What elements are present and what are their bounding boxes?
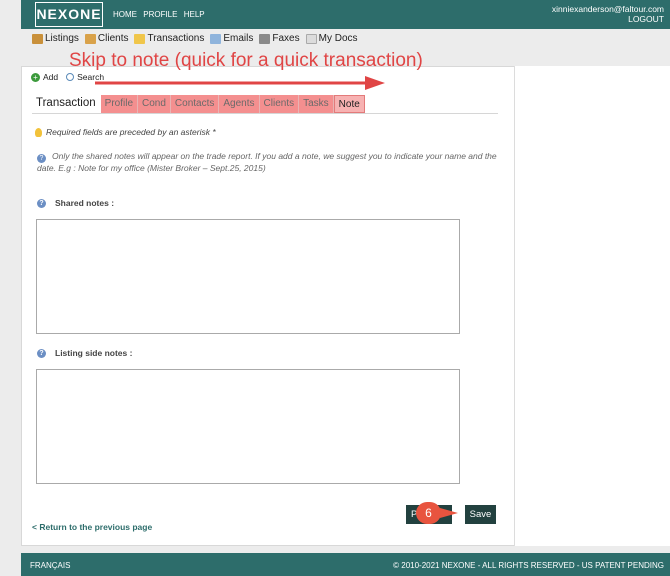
menu-my-docs[interactable]: My Docs <box>305 33 358 44</box>
shared-notes-label-text: Shared notes : <box>55 198 115 208</box>
menu-emails[interactable]: Emails <box>210 33 253 44</box>
tab-divider <box>32 113 498 114</box>
info-note: ? Only the shared notes will appear on th… <box>37 151 497 173</box>
menu-clients-label: Clients <box>97 33 129 44</box>
save-button[interactable]: Save <box>465 505 496 524</box>
search-icon <box>66 73 75 81</box>
copyright-text: © 2010-2021 NEXONE - ALL RIGHTS RESERVED… <box>393 561 664 570</box>
back-link[interactable]: < Return to the previous page <box>32 522 152 532</box>
menu-listings-label: Listings <box>45 33 79 44</box>
nav-home[interactable]: HOME <box>113 10 137 19</box>
tab-agents[interactable]: Agents <box>219 95 260 113</box>
listing-notes-label-text: Listing side notes : <box>55 348 133 358</box>
required-note-text: Required fields are preceded by an aster… <box>46 127 216 137</box>
menu-my-docs-label: My Docs <box>318 33 358 44</box>
user-area: xinniexanderson@faltour.com LOGOUT <box>552 4 664 24</box>
logout-link[interactable]: LOGOUT <box>552 14 664 24</box>
step-badge: 6 <box>416 502 441 524</box>
language-link[interactable]: FRANÇAIS <box>30 561 70 570</box>
menu-listings[interactable]: Listings <box>32 33 79 44</box>
annotation-arrow-icon <box>95 76 385 90</box>
envelope-icon <box>210 33 222 44</box>
nav-profile[interactable]: PROFILE <box>143 10 177 19</box>
listing-notes-label: ? Listing side notes : <box>37 348 132 358</box>
tab-bar: Transaction Profile Cond Contacts Agents… <box>32 95 365 113</box>
shared-notes-label: ? Shared notes : <box>37 198 114 208</box>
top-bar: NEXONE HOME PROFILE HELP xinniexanderson… <box>21 0 670 29</box>
tab-profile[interactable]: Profile <box>100 95 139 113</box>
docs-icon <box>305 33 317 44</box>
add-button[interactable]: + Add <box>31 72 58 82</box>
menu-transactions-label: Transactions <box>147 33 205 44</box>
tab-transaction[interactable]: Transaction <box>32 95 101 113</box>
annotation-text: Skip to note (quick for a quick transact… <box>69 50 423 71</box>
tab-cond[interactable]: Cond <box>138 95 171 113</box>
footer: FRANÇAIS © 2010-2021 NEXONE - ALL RIGHTS… <box>21 553 670 576</box>
question-icon: ? <box>37 154 46 163</box>
main-menu: Listings Clients Transactions Emails Fax… <box>32 33 358 44</box>
listing-side-notes-field[interactable] <box>36 369 460 484</box>
house-icon <box>32 33 43 44</box>
tab-note[interactable]: Note <box>333 95 365 113</box>
menu-emails-label: Emails <box>223 33 254 44</box>
shared-notes-field[interactable] <box>36 219 460 334</box>
step-pointer-icon <box>440 508 458 518</box>
menu-clients[interactable]: Clients <box>84 33 129 44</box>
add-label: Add <box>43 72 59 82</box>
lightbulb-icon <box>35 127 42 137</box>
person-icon <box>84 33 96 44</box>
info-note-text: Only the shared notes will appear on the… <box>37 151 497 173</box>
tab-clients[interactable]: Clients <box>259 95 300 113</box>
fax-icon <box>259 33 271 44</box>
plus-icon: + <box>31 72 40 82</box>
user-email: xinniexanderson@faltour.com <box>551 4 664 14</box>
required-note: Required fields are preceded by an aster… <box>35 127 216 137</box>
tab-contacts[interactable]: Contacts <box>170 95 220 113</box>
tab-tasks[interactable]: Tasks <box>299 95 334 113</box>
menu-transactions[interactable]: Transactions <box>134 33 204 44</box>
menu-faxes-label: Faxes <box>272 33 300 44</box>
nexone-logo[interactable]: NEXONE <box>35 2 103 27</box>
menu-faxes[interactable]: Faxes <box>259 33 300 44</box>
right-column <box>514 66 670 546</box>
top-nav: HOME PROFILE HELP <box>113 10 209 19</box>
question-icon[interactable]: ? <box>37 348 46 358</box>
folder-icon <box>134 33 146 44</box>
nav-help[interactable]: HELP <box>184 10 205 19</box>
action-bar: + Add Search <box>31 72 104 82</box>
question-icon[interactable]: ? <box>37 198 46 208</box>
